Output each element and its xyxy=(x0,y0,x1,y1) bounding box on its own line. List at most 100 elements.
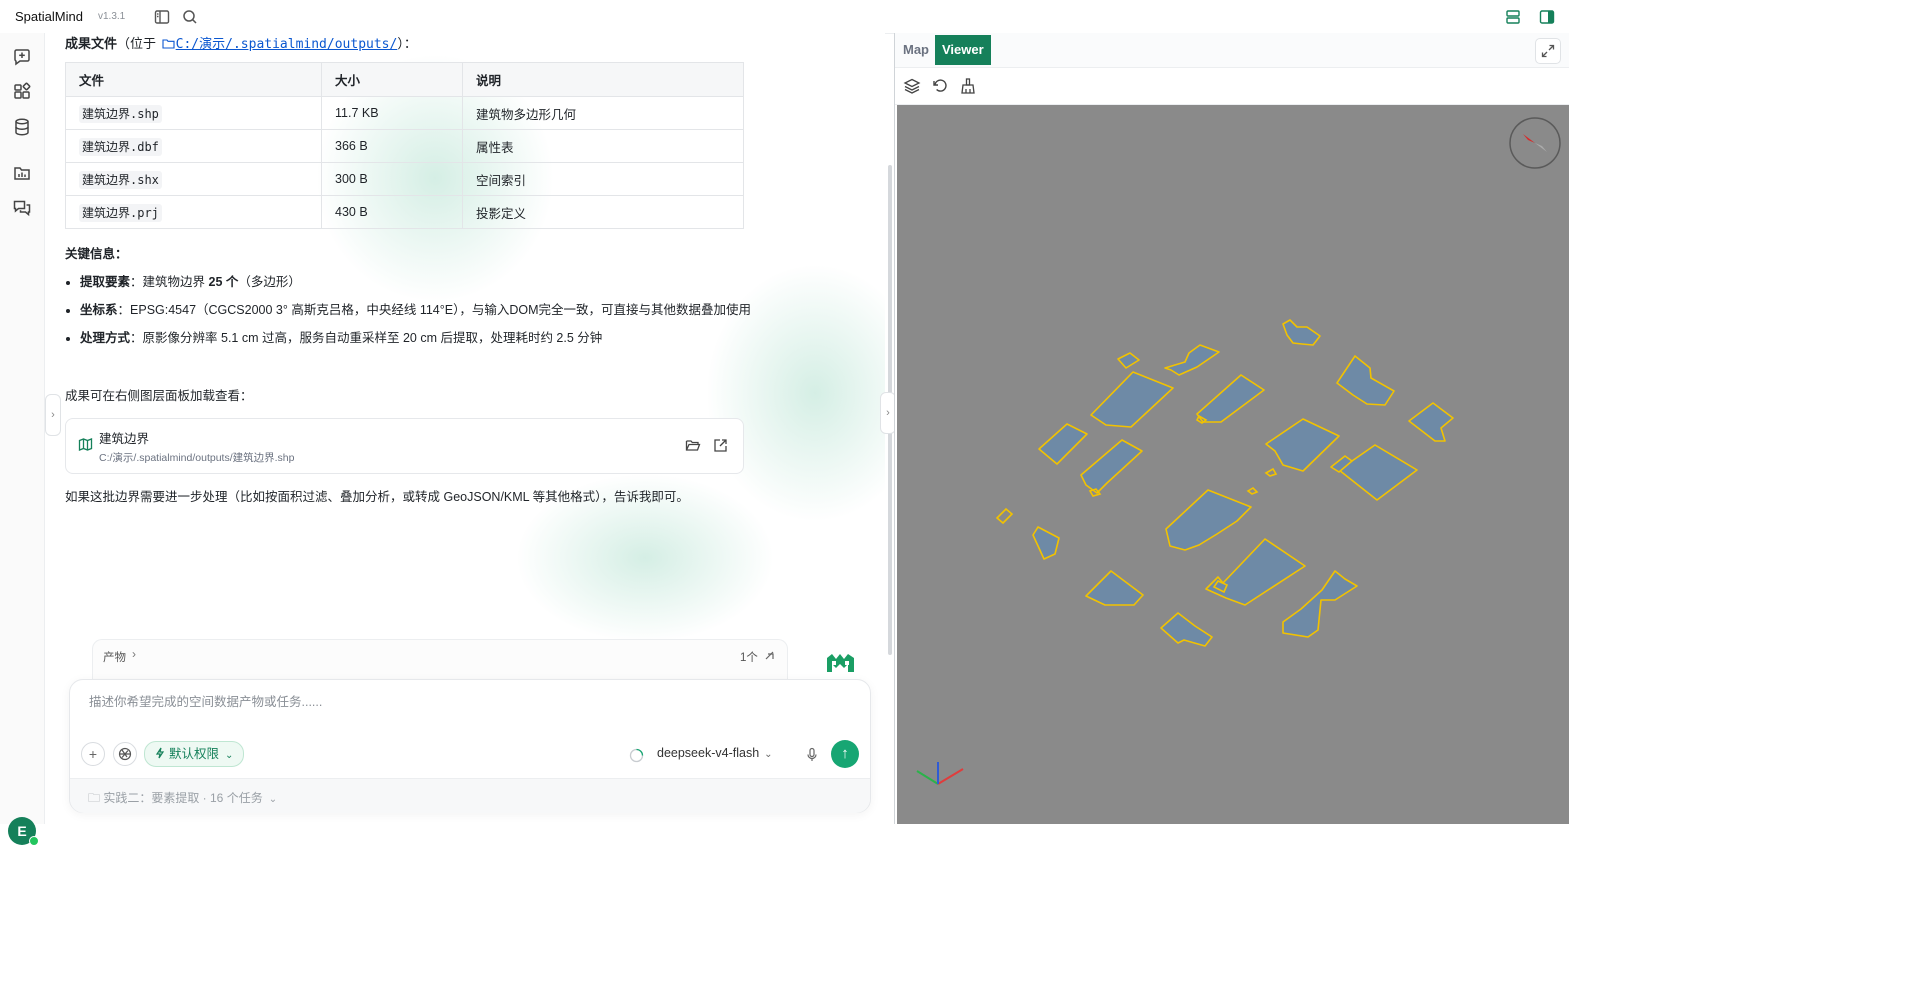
building-footprint[interactable] xyxy=(1205,538,1306,606)
chevron-right-icon: › xyxy=(51,409,55,421)
table-cell-description: 投影定义 xyxy=(462,195,744,229)
building-footprint[interactable] xyxy=(1117,352,1140,369)
layout-stack-icon[interactable] xyxy=(1504,8,1522,26)
compass-widget[interactable] xyxy=(1509,117,1561,169)
tab-viewer[interactable]: Viewer xyxy=(935,35,991,65)
map-layer-icon xyxy=(78,438,93,451)
chevron-right-icon: › xyxy=(886,407,890,419)
file-name: 建筑边界.shx xyxy=(79,170,162,189)
list-item: 处理方式：原影像分辨率 5.1 cm 过高，服务自动重采样至 20 cm 后提取… xyxy=(80,327,760,349)
tools-button[interactable] xyxy=(113,742,137,766)
clear-brush-icon[interactable] xyxy=(959,77,977,95)
item-text: ：EPSG:4547（CGCS2000 3° 高斯克吕格，中央经线 114°E）… xyxy=(117,303,752,317)
microphone-icon[interactable] xyxy=(805,747,819,763)
model-name: deepseek-v4-flash xyxy=(657,746,760,760)
mascot-icon xyxy=(827,654,854,672)
lightning-icon xyxy=(155,747,165,759)
file-name: 建筑边界.prj xyxy=(79,203,162,222)
collapse-icon[interactable] xyxy=(764,650,775,661)
building-outline[interactable] xyxy=(995,507,1014,525)
building-footprint[interactable] xyxy=(1282,570,1358,638)
composer: + 默认权限 ⌄ deepseek-v4-flash ⌄ ↑ 🗀 实践二：要素提取 … xyxy=(69,679,871,813)
building-footprint[interactable] xyxy=(1408,402,1454,442)
results-heading: 成果文件（位于 C:/演示/.spatialmind/outputs/）： xyxy=(65,33,417,52)
right-panel-toggle-icon[interactable] xyxy=(1538,8,1556,26)
column-header-description: 说明 xyxy=(462,62,744,97)
scene-canvas xyxy=(916,117,1561,785)
table-cell-file: 建筑边界.shx xyxy=(65,162,322,196)
model-selector[interactable]: deepseek-v4-flash ⌄ xyxy=(657,746,773,760)
panel-tabs: Map Viewer xyxy=(895,33,1569,68)
chat-panel: 成果文件（位于 C:/演示/.spatialmind/outputs/）： 文件… xyxy=(45,33,885,824)
building-footprint[interactable] xyxy=(1282,319,1321,346)
building-footprint[interactable] xyxy=(1265,418,1340,472)
sidebar-toggle-icon[interactable] xyxy=(153,8,171,26)
artifacts-bar[interactable]: 产物 › 1个 xyxy=(92,639,788,680)
open-folder-icon[interactable] xyxy=(685,438,701,453)
app-title: SpatialMind xyxy=(15,9,83,24)
left-collapse-handle[interactable]: › xyxy=(45,394,61,436)
tab-map[interactable]: Map xyxy=(896,35,936,65)
column-header-file: 文件 xyxy=(65,62,322,97)
results-table: 文件 大小 说明 建筑边界.shp 11.7 KB 建筑物多边形几何 建筑边界.… xyxy=(65,62,744,229)
expand-button[interactable] xyxy=(1535,38,1561,64)
prompt-input[interactable] xyxy=(87,694,851,710)
new-chat-icon[interactable] xyxy=(11,46,33,68)
permission-selector[interactable]: 默认权限 ⌄ xyxy=(144,741,245,767)
3d-viewport[interactable] xyxy=(897,105,1569,824)
add-attachment-button[interactable]: + xyxy=(81,742,105,766)
permission-label: 默认权限 xyxy=(169,747,220,761)
layer-card[interactable]: 建筑边界 C:/演示/.spatialmind/outputs/建筑边界.shp xyxy=(65,418,744,474)
send-button[interactable]: ↑ xyxy=(831,740,859,768)
plus-icon: + xyxy=(88,746,98,762)
building-footprint[interactable] xyxy=(1038,423,1088,465)
building-outline[interactable] xyxy=(1264,467,1278,477)
building-footprint[interactable] xyxy=(1090,371,1174,428)
table-cell-size: 366 B xyxy=(321,129,463,163)
messages-icon[interactable] xyxy=(11,197,33,219)
list-item: 坐标系：EPSG:4547（CGCS2000 3° 高斯克吕格，中央经线 114… xyxy=(80,299,760,321)
building-footprint[interactable] xyxy=(1196,374,1265,423)
table-cell-size: 11.7 KB xyxy=(321,96,463,130)
axis-gizmo xyxy=(916,762,964,785)
folder-icon: 🗀 xyxy=(88,791,104,805)
building-footprint[interactable] xyxy=(1164,344,1220,376)
table-row: 建筑边界.shp 11.7 KB 建筑物多边形几何 xyxy=(65,96,744,130)
building-footprint[interactable] xyxy=(1160,612,1213,647)
composer-footer: 🗀 实践二：要素提取 · 16 个任务 ⌄ xyxy=(70,778,870,813)
table-cell-description: 建筑物多边形几何 xyxy=(462,96,744,130)
results-heading-label: 成果文件 xyxy=(65,36,118,51)
online-status-dot xyxy=(29,836,39,846)
results-heading-prefix: （位于 xyxy=(117,36,157,51)
external-link-icon[interactable] xyxy=(713,438,728,453)
database-icon[interactable] xyxy=(11,116,33,138)
building-footprint[interactable] xyxy=(1336,355,1395,406)
chevron-right-icon: › xyxy=(132,647,136,661)
building-outline[interactable] xyxy=(1246,486,1259,495)
building-footprint[interactable] xyxy=(1085,570,1144,606)
building-footprint[interactable] xyxy=(1338,444,1418,501)
file-name: 建筑边界.shp xyxy=(79,104,162,123)
expand-icon xyxy=(1541,44,1555,58)
search-icon[interactable] xyxy=(181,8,199,26)
report-icon[interactable] xyxy=(11,162,33,184)
folder-icon xyxy=(162,39,175,49)
item-text: ：建筑物边界 xyxy=(130,275,209,289)
building-footprint[interactable] xyxy=(1165,489,1252,551)
building-footprint[interactable] xyxy=(1032,526,1060,560)
column-header-size: 大小 xyxy=(321,62,463,97)
apps-icon[interactable] xyxy=(11,81,33,103)
output-path-link[interactable]: C:/演示/.spatialmind/outputs/ xyxy=(176,37,398,52)
item-label: 坐标系 xyxy=(80,303,118,317)
table-cell-file: 建筑边界.shp xyxy=(65,96,322,130)
table-cell-description: 空间索引 xyxy=(462,162,744,196)
reset-view-icon[interactable] xyxy=(931,77,949,95)
table-cell-file: 建筑边界.dbf xyxy=(65,129,322,163)
aperture-icon xyxy=(118,747,132,761)
workspace-info[interactable]: 🗀 实践二：要素提取 · 16 个任务 ⌄ xyxy=(88,789,277,810)
arrow-up-icon: ↑ xyxy=(841,745,849,762)
layers-icon[interactable] xyxy=(903,77,921,95)
building-footprint[interactable] xyxy=(1080,439,1143,494)
item-highlight: 25 个 xyxy=(208,275,239,289)
layer-path: C:/演示/.spatialmind/outputs/建筑边界.shp xyxy=(99,452,295,464)
